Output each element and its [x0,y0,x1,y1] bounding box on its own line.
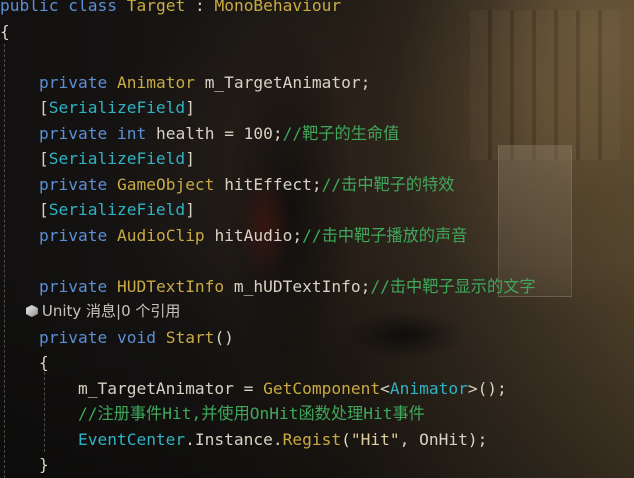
member-dot: . [272,429,283,449]
call-end: (); [477,378,507,398]
assignment-target: m_TargetAnimator = [77,378,264,398]
keyword-int: int [116,123,147,143]
close-brace: } [38,455,49,474]
keyword-private: private [38,123,108,143]
code-line-16[interactable]: //注册事件Hit,并使用OnHit函数处理Hit事件 [0,401,536,427]
code-line-11[interactable] [0,248,536,274]
inheritance-colon: : [185,0,215,15]
code-line-9[interactable]: [SerializeField] [0,197,536,223]
keyword-class: class [68,0,117,15]
attribute-close: ] [185,149,195,168]
code-line-15[interactable]: m_TargetAnimator = GetComponent<Animator… [0,376,536,402]
code-line-3[interactable] [0,44,536,70]
code-comment: //击中靶子显示的文字 [370,276,536,296]
class-reference: EventCenter [77,429,186,449]
field-declaration: health = 100; [155,123,283,143]
code-line-2[interactable]: { [0,19,536,45]
method-call: GetComponent [263,378,381,398]
keyword-public: public [0,0,59,15]
field-name: hitEffect; [224,174,322,194]
code-comment: //击中靶子播放的声音 [302,225,468,245]
field-name: m_hUDTextInfo; [233,276,371,296]
code-line-6[interactable]: private int health = 100;//靶子的生命值 [0,121,536,147]
call-open: ( [341,429,351,449]
open-brace: { [38,353,49,372]
type-name: AudioClip [116,225,205,245]
attribute-name: SerializeField [48,200,186,219]
attribute-name: SerializeField [48,98,186,117]
code-line-13[interactable]: private void Start() [0,325,536,351]
method-name: Start [165,327,215,347]
code-line-14[interactable]: { [0,350,536,376]
code-area[interactable]: public class Target : MonoBehaviour { pr… [0,0,536,478]
codelens-text[interactable]: Unity 消息|0 个引用 [42,302,181,320]
code-comment: //注册事件Hit,并使用OnHit函数处理Hit事件 [77,404,425,423]
code-line-10[interactable]: private AudioClip hitAudio;//击中靶子播放的声音 [0,223,536,249]
code-line-4[interactable]: private Animator m_TargetAnimator; [0,70,536,96]
generic-open: < [380,378,390,398]
code-line-7[interactable]: [SerializeField] [0,146,536,172]
base-class-name: MonoBehaviour [214,0,342,15]
keyword-private: private [38,225,108,245]
code-line-5[interactable]: [SerializeField] [0,95,536,121]
type-name: HUDTextInfo [116,276,225,296]
type-name: GameObject [116,174,215,194]
unity-cube-icon [25,305,38,317]
code-line-12[interactable]: private HUDTextInfo m_hUDTextInfo;//击中靶子… [0,274,536,300]
generic-close: > [467,378,478,398]
keyword-private: private [38,72,108,92]
keyword-private: private [38,276,108,296]
code-line-18[interactable]: } [0,452,536,478]
code-comment: //击中靶子的特效 [321,174,455,194]
type-name: Animator [116,72,195,92]
code-line-8[interactable]: private GameObject hitEffect;//击中靶子的特效 [0,172,536,198]
code-line-17[interactable]: EventCenter.Instance.Regist("Hit", OnHit… [0,427,536,453]
generic-type: Animator [389,378,468,398]
method-parens: () [214,327,234,347]
keyword-private: private [38,174,108,194]
property-name: Instance [194,429,273,449]
attribute-open: [ [38,149,49,168]
attribute-close: ] [185,98,195,117]
attribute-close: ] [185,200,195,219]
field-name: hitAudio; [214,225,303,245]
member-dot: . [185,429,195,449]
method-call: Regist [282,429,342,449]
code-line-1[interactable]: public class Target : MonoBehaviour [0,0,536,19]
string-literal: "Hit" [350,429,400,449]
keyword-private: private [38,327,108,347]
code-editor[interactable]: public class Target : MonoBehaviour { pr… [0,0,634,478]
class-name: Target [126,0,186,15]
field-name: m_TargetAnimator; [204,72,371,92]
attribute-name: SerializeField [48,149,186,168]
call-args-rest: , OnHit); [399,429,488,449]
attribute-open: [ [38,200,49,219]
code-comment: //靶子的生命值 [282,123,400,143]
attribute-open: [ [38,98,49,117]
codelens-hint[interactable]: Unity 消息|0 个引用 [0,299,536,325]
open-brace: { [0,21,10,41]
keyword-void: void [116,327,156,347]
